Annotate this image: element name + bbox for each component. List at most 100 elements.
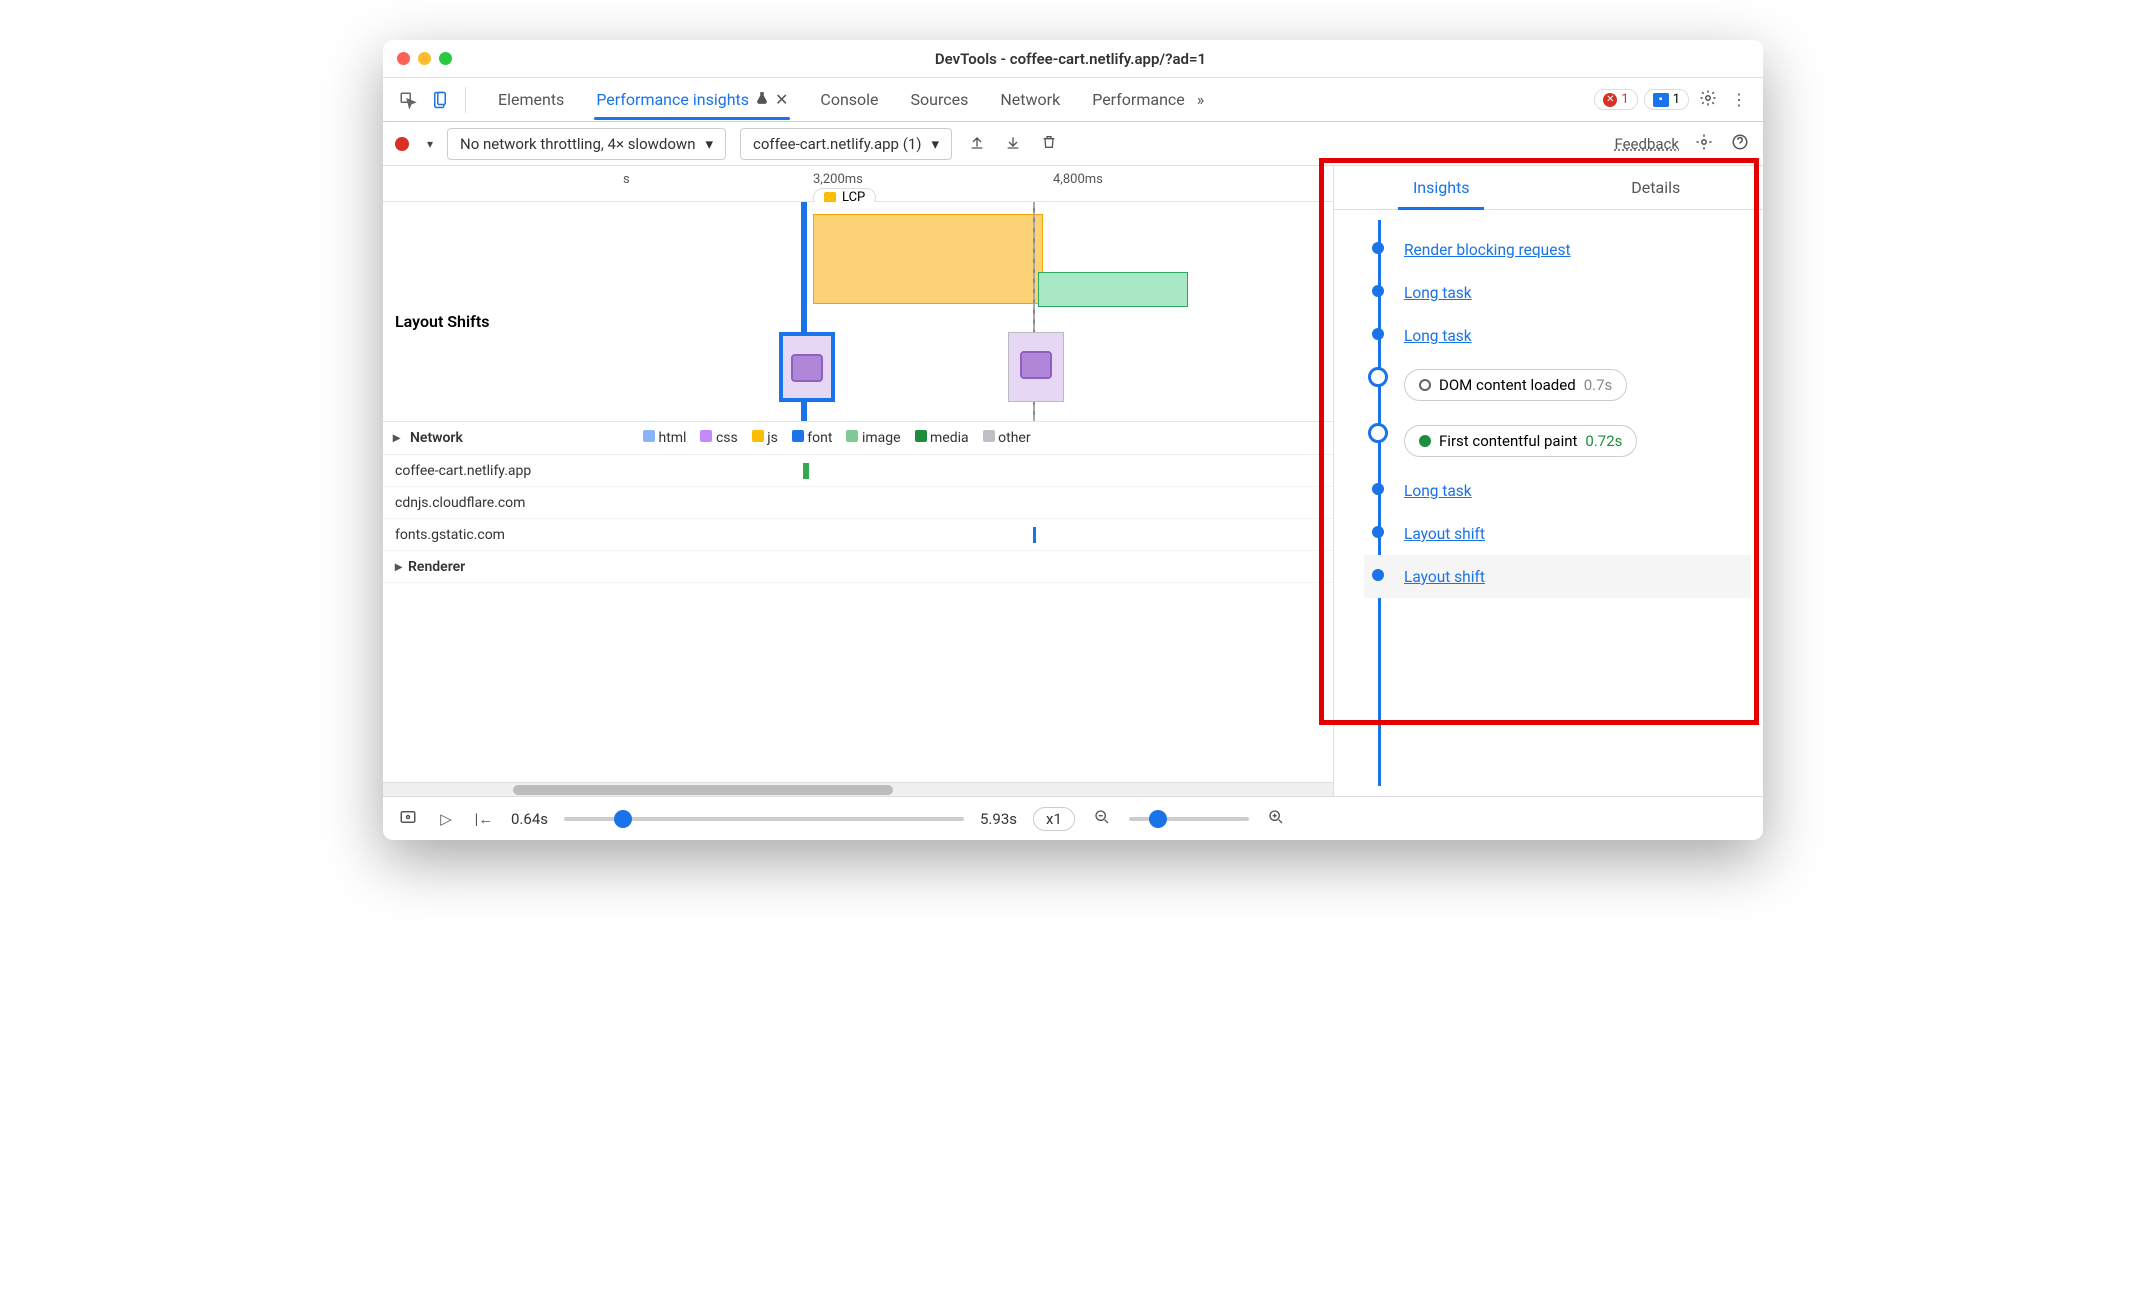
lcp-block[interactable] xyxy=(813,214,1043,304)
rewind-icon[interactable]: |← xyxy=(473,810,495,828)
insight-item[interactable]: Long task xyxy=(1364,469,1751,512)
play-icon[interactable]: ▷ xyxy=(435,810,457,828)
main-content: s 3,200ms 4,800ms LCP Layout Shifts Netw… xyxy=(383,166,1763,796)
legend-html-swatch xyxy=(643,430,655,442)
network-legend-row: Network html css js font image media oth… xyxy=(383,422,1333,455)
zoom-in-icon[interactable] xyxy=(1265,809,1287,829)
insight-milestone[interactable]: First contentful paint 0.72s xyxy=(1364,413,1751,469)
settings-gear-icon[interactable] xyxy=(1695,85,1721,115)
tab-elements[interactable]: Elements xyxy=(496,80,566,119)
milestone-ring-icon xyxy=(1368,423,1388,443)
throttling-select[interactable]: No network throttling, 4× slowdown ▾ xyxy=(447,128,726,160)
zoom-out-icon[interactable] xyxy=(1091,809,1113,829)
panel-tabs: Elements Performance insights ✕ Console … xyxy=(496,80,1187,119)
network-section-header[interactable]: Network xyxy=(393,430,463,446)
insight-dot-icon xyxy=(1372,328,1384,340)
time-start: 0.64s xyxy=(511,810,548,828)
chevron-down-icon: ▾ xyxy=(705,135,713,153)
horizontal-scrollbar[interactable] xyxy=(383,782,1333,796)
insight-link[interactable]: Long task xyxy=(1404,482,1472,500)
time-slider[interactable] xyxy=(564,817,964,821)
tab-network[interactable]: Network xyxy=(998,80,1062,119)
help-icon[interactable] xyxy=(1729,133,1751,155)
insight-dot-icon xyxy=(1372,285,1384,297)
screenshot-thumbnail-selected[interactable] xyxy=(779,332,835,402)
insights-timeline: Render blocking request Long task Long t… xyxy=(1334,210,1763,796)
renderer-section-header[interactable]: Renderer xyxy=(383,551,1333,583)
network-row[interactable]: coffee-cart.netlify.app xyxy=(383,455,1333,487)
minimize-window-button[interactable] xyxy=(418,52,431,65)
legend-media-swatch xyxy=(915,430,927,442)
legend-js-swatch xyxy=(752,430,764,442)
error-icon: ✕ xyxy=(1603,93,1617,107)
record-button[interactable] xyxy=(395,137,409,151)
milestone-dot-icon xyxy=(1419,379,1431,391)
layout-shifts-label: Layout Shifts xyxy=(395,312,489,331)
slider-thumb[interactable] xyxy=(614,810,632,828)
trash-icon[interactable] xyxy=(1038,134,1060,154)
page-select[interactable]: coffee-cart.netlify.app (1) ▾ xyxy=(740,128,952,160)
insight-item[interactable]: Layout shift xyxy=(1364,512,1751,555)
insight-item[interactable]: Render blocking request xyxy=(1364,228,1751,271)
download-icon[interactable] xyxy=(1002,134,1024,154)
more-tabs-chevron-icon[interactable]: » xyxy=(1193,86,1209,113)
slider-thumb[interactable] xyxy=(1149,810,1167,828)
panel-settings-gear-icon[interactable] xyxy=(1693,133,1715,155)
insights-side-panel: Insights Details Render blocking request… xyxy=(1333,166,1763,796)
inspect-element-icon[interactable] xyxy=(395,87,421,113)
tab-performance[interactable]: Performance xyxy=(1090,80,1187,119)
insight-item[interactable]: Layout shift xyxy=(1364,555,1751,598)
side-panel-tabs: Insights Details xyxy=(1334,166,1763,210)
message-badge[interactable]: ▪ 1 xyxy=(1644,89,1689,110)
timeline-chart[interactable]: Layout Shifts xyxy=(383,202,1333,422)
insight-link[interactable]: Long task xyxy=(1404,284,1472,302)
error-badge[interactable]: ✕ 1 xyxy=(1594,89,1637,110)
device-toggle-icon[interactable] xyxy=(427,87,453,113)
record-dropdown-icon[interactable]: ▾ xyxy=(427,137,433,151)
insight-link[interactable]: Long task xyxy=(1404,327,1472,345)
insights-toolbar: ▾ No network throttling, 4× slowdown ▾ c… xyxy=(383,122,1763,166)
timeline-footer: ▷ |← 0.64s 5.93s x1 xyxy=(383,796,1763,840)
insight-item[interactable]: Long task xyxy=(1364,314,1751,357)
legend-image-swatch xyxy=(846,430,858,442)
window-title: DevTools - coffee-cart.netlify.app/?ad=1 xyxy=(452,50,1689,68)
tab-insights[interactable]: Insights xyxy=(1334,166,1549,209)
insight-dot-icon xyxy=(1372,483,1384,495)
milestone-pill: First contentful paint 0.72s xyxy=(1404,425,1637,457)
time-tick: 3,200ms xyxy=(813,172,863,187)
timeline-panel: s 3,200ms 4,800ms LCP Layout Shifts Netw… xyxy=(383,166,1333,796)
network-row[interactable]: fonts.gstatic.com xyxy=(383,519,1333,551)
more-options-icon[interactable]: ⋮ xyxy=(1727,86,1751,113)
legend-other-swatch xyxy=(983,430,995,442)
tab-performance-insights[interactable]: Performance insights ✕ xyxy=(594,80,790,119)
preview-toggle-icon[interactable] xyxy=(397,808,419,830)
devtools-tab-bar: Elements Performance insights ✕ Console … xyxy=(383,78,1763,122)
screenshot-thumbnail[interactable] xyxy=(1008,332,1064,402)
legend-css-swatch xyxy=(700,430,712,442)
time-end: 5.93s xyxy=(980,810,1017,828)
insight-link[interactable]: Layout shift xyxy=(1404,568,1485,586)
upload-icon[interactable] xyxy=(966,134,988,154)
flask-icon xyxy=(755,91,769,109)
legend-font-swatch xyxy=(792,430,804,442)
chevron-down-icon: ▾ xyxy=(932,135,940,153)
close-window-button[interactable] xyxy=(397,52,410,65)
insight-item[interactable]: Long task xyxy=(1364,271,1751,314)
zoom-level[interactable]: x1 xyxy=(1033,807,1075,831)
timeline-ruler[interactable]: s 3,200ms 4,800ms LCP xyxy=(383,166,1333,202)
maximize-window-button[interactable] xyxy=(439,52,452,65)
insight-milestone[interactable]: DOM content loaded 0.7s xyxy=(1364,357,1751,413)
close-tab-icon[interactable]: ✕ xyxy=(775,90,788,109)
insight-link[interactable]: Render blocking request xyxy=(1404,241,1571,259)
titlebar: DevTools - coffee-cart.netlify.app/?ad=1 xyxy=(383,40,1763,78)
tab-details[interactable]: Details xyxy=(1549,166,1764,209)
zoom-slider[interactable] xyxy=(1129,817,1249,821)
network-row[interactable]: cdnjs.cloudflare.com xyxy=(383,487,1333,519)
tab-console[interactable]: Console xyxy=(818,80,880,119)
message-icon: ▪ xyxy=(1653,93,1669,107)
insight-link[interactable]: Layout shift xyxy=(1404,525,1485,543)
task-block[interactable] xyxy=(1038,272,1188,307)
time-tick: 4,800ms xyxy=(1053,172,1103,187)
tab-sources[interactable]: Sources xyxy=(909,80,971,119)
feedback-link[interactable]: Feedback xyxy=(1614,135,1679,153)
